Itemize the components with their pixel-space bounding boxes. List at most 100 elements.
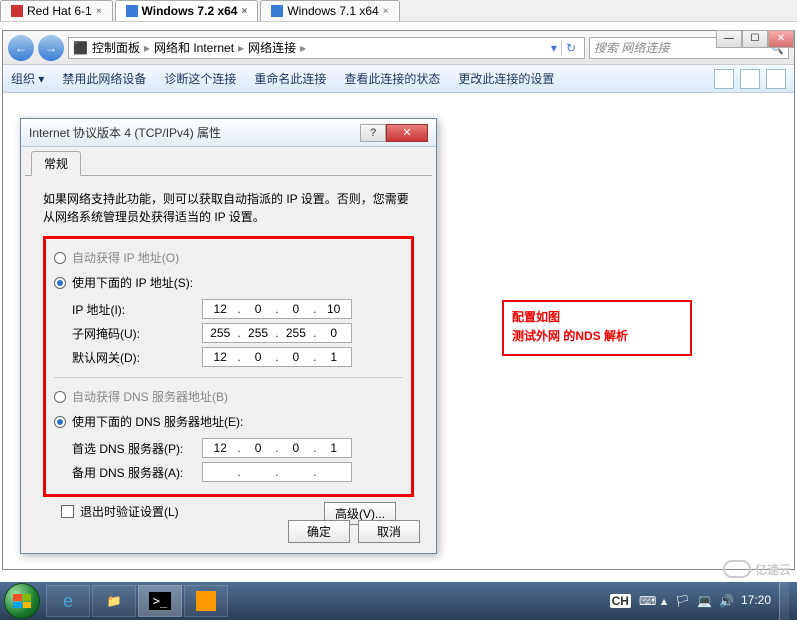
taskbar-cmd[interactable]: >_ (138, 585, 182, 617)
control-panel-icon: ⬛ (73, 41, 88, 55)
app-icon (196, 591, 216, 611)
alternate-dns-input[interactable]: ... (202, 462, 352, 482)
label-dns2: 备用 DNS 服务器(A): (72, 464, 202, 481)
radio-auto-ip[interactable]: 自动获得 IP 地址(O) (54, 249, 403, 266)
start-button[interactable] (4, 583, 40, 619)
windows-icon (271, 5, 283, 17)
radio-icon (54, 391, 66, 403)
vm-tab-redhat[interactable]: Red Hat 6-1 × (0, 0, 113, 21)
view-status-button[interactable]: 查看此连接的状态 (344, 70, 440, 87)
tab-general[interactable]: 常规 (31, 151, 81, 176)
breadcrumb-network-connections[interactable]: 网络连接 (248, 39, 296, 56)
change-settings-button[interactable]: 更改此连接的设置 (458, 70, 554, 87)
ipv4-properties-dialog: Internet 协议版本 4 (TCP/IPv4) 属性 ? ✕ 常规 如果网… (20, 118, 437, 554)
system-tray: CH ⌨ ▴ 🏳 💻 🔊 17:20 (610, 582, 793, 620)
radio-icon (54, 416, 66, 428)
explorer-toolbar: 组织 ▾ 禁用此网络设备 诊断这个连接 重命名此连接 查看此连接的状态 更改此连… (3, 65, 794, 93)
label-gateway: 默认网关(D): (72, 349, 202, 366)
radio-use-dns[interactable]: 使用下面的 DNS 服务器地址(E): (54, 413, 403, 430)
taskbar-ie[interactable]: e (46, 585, 90, 617)
close-button[interactable]: ✕ (768, 30, 794, 48)
rename-button[interactable]: 重命名此连接 (254, 70, 326, 87)
organize-menu[interactable]: 组织 ▾ (11, 70, 44, 87)
chevron-right-icon: ▸ (238, 41, 244, 55)
preview-button[interactable] (740, 69, 760, 89)
close-button[interactable]: ✕ (386, 124, 428, 142)
maximize-button[interactable]: ☐ (742, 30, 768, 48)
radio-label: 使用下面的 DNS 服务器地址(E): (72, 413, 243, 430)
refresh-button[interactable]: ↻ (561, 41, 580, 55)
ip-address-input[interactable]: 12.0.0.10 (202, 299, 352, 319)
breadcrumb-root[interactable]: 控制面板 (92, 39, 140, 56)
window-controls: — ☐ ✕ (716, 30, 794, 48)
chevron-down-icon[interactable]: ▾ (551, 41, 557, 55)
taskbar-app[interactable] (184, 585, 228, 617)
watermark: 亿速云 (723, 560, 791, 578)
clock-time: 17:20 (741, 594, 771, 607)
view-button[interactable] (714, 69, 734, 89)
preferred-dns-input[interactable]: 12.0.0.1 (202, 438, 352, 458)
vm-tab-win71[interactable]: Windows 7.1 x64 × (260, 0, 399, 21)
watermark-text: 亿速云 (755, 561, 791, 578)
show-desktop-button[interactable] (779, 582, 789, 620)
terminal-icon: >_ (149, 592, 171, 610)
clock[interactable]: 17:20 (741, 594, 771, 607)
annotation-text: 测试外网 的NDS 解析 (512, 327, 682, 346)
action-center-icon[interactable]: 🏳 (675, 594, 689, 608)
network-icon[interactable]: 💻 (697, 594, 711, 608)
redhat-icon (11, 5, 23, 17)
taskbar-explorer[interactable]: 📁 (92, 585, 136, 617)
ie-icon: e (63, 591, 73, 612)
radio-label: 使用下面的 IP 地址(S): (72, 274, 193, 291)
label-mask: 子网掩码(U): (72, 325, 202, 342)
diagnose-button[interactable]: 诊断这个连接 (164, 70, 236, 87)
dialog-tabs: 常规 (25, 151, 432, 176)
cancel-button[interactable]: 取消 (358, 520, 420, 543)
search-placeholder: 搜索 网络连接 (594, 39, 669, 56)
chevron-right-icon: ▸ (144, 41, 150, 55)
vm-tab-win72[interactable]: Windows 7.2 x64× (115, 0, 259, 21)
annotation-box: 配置如图 测试外网 的NDS 解析 (502, 300, 692, 356)
watermark-logo-icon (723, 560, 751, 578)
label-dns1: 首选 DNS 服务器(P): (72, 440, 202, 457)
radio-use-ip[interactable]: 使用下面的 IP 地址(S): (54, 274, 403, 291)
vm-tab-bar: Red Hat 6-1× Windows 7.2 x64× Windows 7.… (0, 0, 797, 22)
volume-icon[interactable]: 🔊 (719, 594, 733, 608)
back-button[interactable]: ← (8, 35, 34, 61)
radio-label: 自动获得 IP 地址(O) (72, 249, 179, 266)
vm-tab-label: Red Hat 6-1 (27, 4, 92, 18)
folder-icon: 📁 (107, 594, 122, 608)
minimize-button[interactable]: — (716, 30, 742, 48)
windows-logo-icon (13, 594, 31, 608)
checkbox-icon (61, 505, 74, 518)
checkbox-label: 退出时验证设置(L) (80, 503, 179, 520)
ime-indicator[interactable]: CH (610, 594, 631, 608)
taskbar: e 📁 >_ CH ⌨ ▴ 🏳 💻 🔊 17:20 (0, 582, 797, 620)
dialog-title: Internet 协议版本 4 (TCP/IPv4) 属性 (29, 124, 221, 141)
radio-icon (54, 277, 66, 289)
keyboard-icon[interactable]: ⌨ (639, 594, 653, 608)
close-icon[interactable]: × (96, 6, 102, 17)
address-bar[interactable]: ⬛ 控制面板 ▸ 网络和 Internet ▸ 网络连接 ▸ ▾ ↻ (68, 37, 585, 59)
close-icon[interactable]: × (241, 6, 247, 17)
dialog-description: 如果网络支持此功能，则可以获取自动指派的 IP 设置。否则，您需要从网络系统管理… (43, 190, 414, 226)
tray-chevron-icon[interactable]: ▴ (661, 594, 667, 608)
disable-device-button[interactable]: 禁用此网络设备 (62, 70, 146, 87)
radio-auto-dns[interactable]: 自动获得 DNS 服务器地址(B) (54, 388, 403, 405)
help-button[interactable] (766, 69, 786, 89)
vm-tab-label: Windows 7.2 x64 (142, 4, 238, 18)
windows-icon (126, 5, 138, 17)
close-icon[interactable]: × (383, 6, 389, 17)
vm-tab-label: Windows 7.1 x64 (287, 4, 378, 18)
forward-button[interactable]: → (38, 35, 64, 61)
subnet-mask-input[interactable]: 255.255.255.0 (202, 323, 352, 343)
help-button[interactable]: ? (360, 124, 386, 142)
chevron-right-icon: ▸ (300, 41, 306, 55)
gateway-input[interactable]: 12.0.0.1 (202, 347, 352, 367)
radio-icon (54, 252, 66, 264)
label-ip: IP 地址(I): (72, 301, 202, 318)
radio-label: 自动获得 DNS 服务器地址(B) (72, 388, 228, 405)
breadcrumb-network-internet[interactable]: 网络和 Internet (154, 39, 234, 56)
dialog-titlebar[interactable]: Internet 协议版本 4 (TCP/IPv4) 属性 ? ✕ (21, 119, 436, 147)
ok-button[interactable]: 确定 (288, 520, 350, 543)
